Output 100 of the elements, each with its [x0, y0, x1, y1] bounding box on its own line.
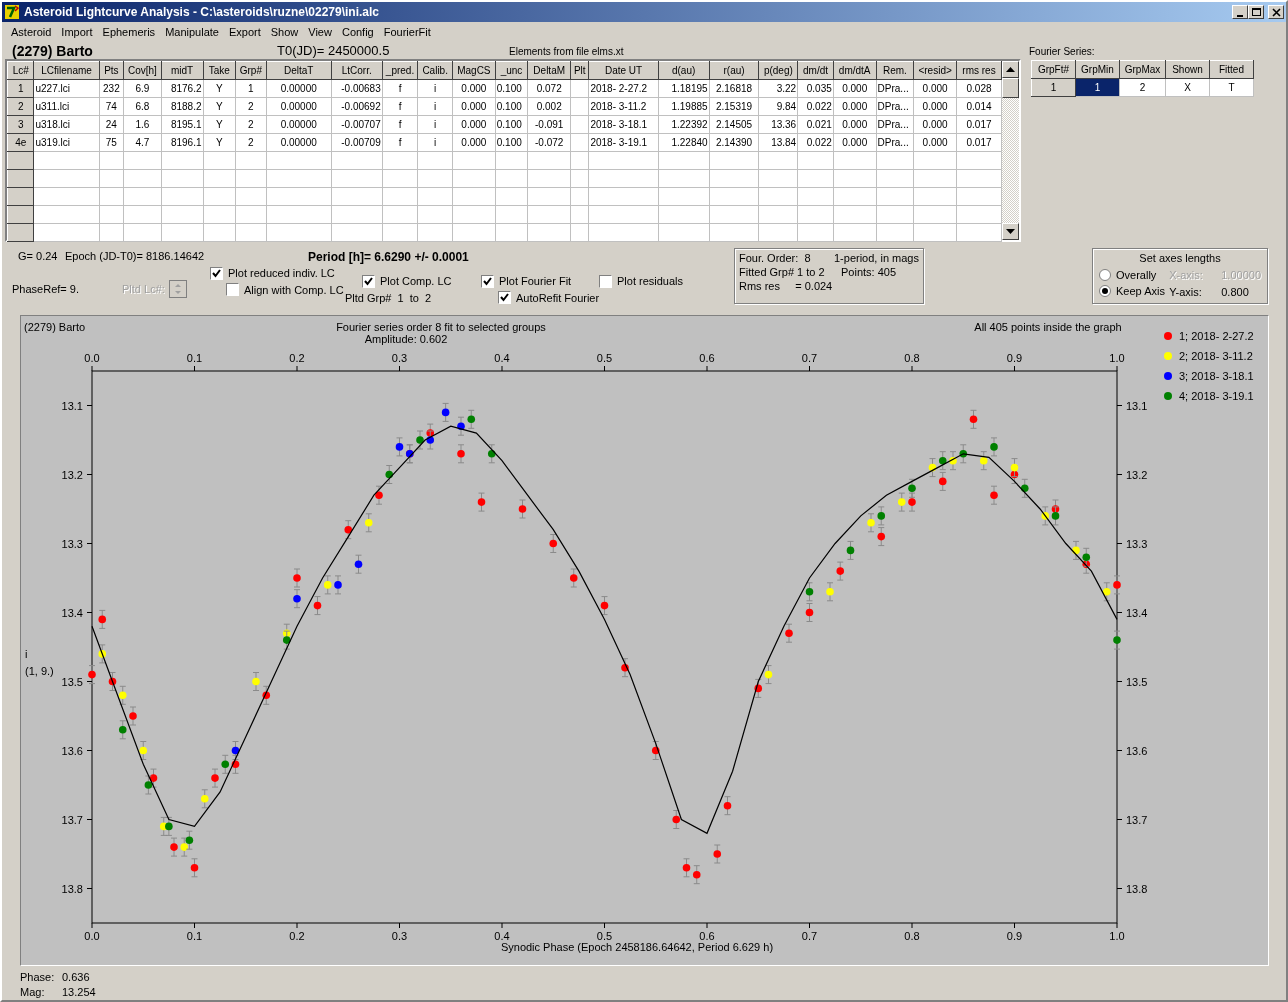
- table-cell: i: [417, 79, 453, 98]
- points-note: All 405 points inside the graph: [974, 321, 1122, 333]
- column-header: GrpFt#: [1031, 60, 1076, 79]
- point: [354, 560, 363, 568]
- tick-label: 13.3: [61, 537, 83, 550]
- point: [375, 491, 383, 499]
- table-cell: 0.000: [913, 133, 957, 152]
- point: [836, 567, 845, 575]
- status-label: Mag:: [20, 985, 46, 1000]
- asteroid-name: (2279) Barto: [12, 43, 94, 59]
- table-cell: Y: [203, 133, 236, 152]
- table-cell: 2: [235, 97, 267, 116]
- table-cell: 2018- 3-11.2: [588, 97, 659, 116]
- tick-label: 0.0: [84, 352, 100, 364]
- info-text: Rms res = 0.024: [739, 279, 834, 293]
- tick-label: 13.8: [61, 882, 83, 895]
- table-cell: 0.000: [833, 97, 877, 116]
- point: [144, 781, 153, 789]
- table-cell: -0.091: [527, 115, 571, 134]
- table-cell: 13.84: [759, 133, 798, 152]
- point: [600, 601, 609, 610]
- point: [1102, 588, 1111, 596]
- tick-label: 13.6: [61, 744, 83, 757]
- table-cell: 2018- 2-27.2: [588, 79, 659, 98]
- table-cell: 3.22: [759, 79, 798, 98]
- menu-item[interactable]: Config: [336, 22, 379, 42]
- checkbox[interactable]: Plot Comp. LC: [362, 273, 481, 290]
- point: [165, 822, 173, 831]
- table-cell: i: [417, 115, 453, 134]
- menu-item[interactable]: Export: [223, 22, 266, 42]
- radio-option[interactable]: Keep Axis: [1099, 283, 1170, 300]
- point: [908, 498, 916, 506]
- tick-label: 0.8: [904, 930, 920, 942]
- table-cell: f: [382, 115, 418, 134]
- point: [1113, 581, 1121, 589]
- table-cell: -0.072: [527, 133, 571, 152]
- checkbox[interactable]: Plot reduced indiv. LC: [210, 265, 350, 282]
- tick-label: 0.9: [1006, 352, 1023, 364]
- axis-value-field[interactable]: 0.800: [1221, 283, 1249, 301]
- table-cell: 1.19885: [658, 97, 710, 116]
- point: [723, 801, 732, 810]
- column-header: Date UT: [588, 61, 659, 80]
- menu-item[interactable]: Manipulate: [160, 22, 224, 42]
- info-text: Fitted Grp# 1 to 2: [739, 265, 826, 279]
- menu-item[interactable]: Asteroid: [6, 22, 57, 42]
- table-cell: i: [417, 97, 453, 116]
- checkbox[interactable]: Plot Fourier Fit: [481, 273, 599, 290]
- point: [549, 539, 558, 548]
- point: [969, 415, 978, 424]
- tick-label: 0.2: [289, 930, 305, 942]
- radio-option[interactable]: Overally: [1099, 266, 1170, 283]
- column-header: r(au): [709, 61, 759, 80]
- point: [867, 519, 875, 527]
- y-axis-sublabel: (1, 9.): [25, 665, 54, 677]
- checkbox[interactable]: Plot residuals: [599, 273, 684, 290]
- point: [211, 774, 219, 782]
- column-header: _unc: [495, 61, 528, 80]
- table-cell: 1.22840: [658, 133, 710, 152]
- tick-label: 0.8: [904, 352, 920, 364]
- table-cell: Y: [203, 79, 236, 98]
- amplitude-label: Amplitude: 0.602: [364, 333, 448, 345]
- tick-label: 13.4: [1126, 606, 1148, 619]
- table-cell: 13.36: [759, 115, 798, 134]
- point: [293, 594, 301, 603]
- menu-item[interactable]: View: [303, 22, 337, 42]
- point: [1113, 636, 1121, 644]
- table-cell: 0.022: [797, 97, 834, 116]
- epoch-value: Epoch (JD-T0)= 8186.14642: [65, 249, 206, 265]
- column-header: <resid>: [913, 61, 957, 80]
- column-header: Cov[h]: [123, 61, 162, 80]
- table-cell: 8176.2: [161, 79, 203, 98]
- tick-label: 13.2: [1126, 468, 1148, 481]
- fourier-series-label: Fourier Series:: [1029, 45, 1095, 59]
- menu-item[interactable]: FourierFit: [378, 22, 436, 42]
- menu-item[interactable]: Import: [56, 22, 98, 42]
- point: [118, 726, 127, 734]
- point: [805, 608, 814, 617]
- axes-title: Set axes lengths: [1139, 252, 1221, 264]
- legend-label: 1; 2018- 2-27.2: [1179, 330, 1254, 342]
- tick-label: 0.5: [596, 352, 613, 364]
- column-header: LCfilename: [33, 61, 100, 80]
- column-header: GrpMax: [1119, 60, 1166, 79]
- point: [897, 498, 906, 506]
- menu-item[interactable]: Ephemeris: [97, 22, 161, 42]
- y-axis-label: i: [25, 648, 28, 660]
- tick-label: 0.0: [84, 930, 100, 942]
- table-cell: 8188.2: [161, 97, 203, 116]
- menu-item[interactable]: Show: [265, 22, 304, 42]
- table-cell: 0.00000: [266, 133, 332, 152]
- table-cell: -0.00683: [331, 79, 383, 98]
- table-cell: 0.000: [913, 79, 957, 98]
- point: [1010, 463, 1019, 472]
- point: [200, 795, 209, 803]
- table-cell: X: [1165, 78, 1210, 97]
- column-header: Pts: [99, 61, 124, 80]
- point: [713, 850, 722, 858]
- x-axis-label: Synodic Phase (Epoch 2458186.64642, Period 6.629 h): [500, 941, 774, 953]
- checkbox[interactable]: AutoRefit Fourier: [498, 289, 599, 306]
- tick-label: 1.0: [1109, 930, 1125, 942]
- status-label: Phase:: [20, 970, 56, 985]
